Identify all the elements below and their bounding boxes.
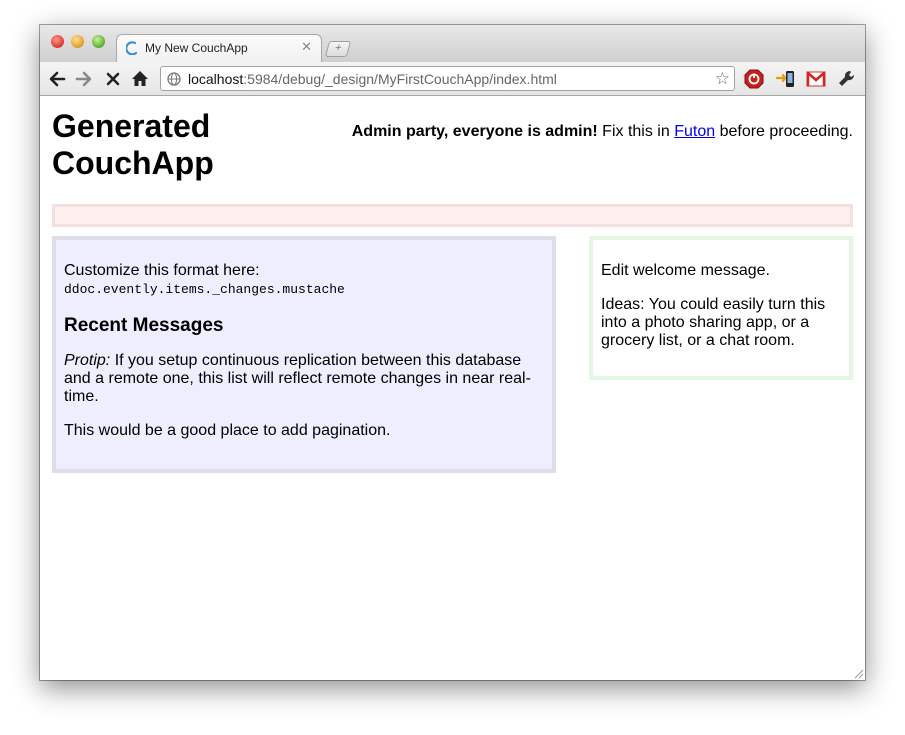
ideas-paragraph: Ideas: You could easily turn this into a… — [601, 296, 826, 349]
phone-extension-icon[interactable] — [775, 68, 797, 90]
admin-party-post: before proceeding. — [715, 123, 853, 140]
profile-panel: Edit welcome message. Ideas: You could e… — [589, 236, 853, 380]
url-path: :5984/debug/_design/MyFirstCouchApp/inde… — [243, 71, 557, 87]
browser-tab[interactable]: My New CouchApp ✕ — [116, 34, 322, 62]
welcome-message: Edit welcome message. — [601, 262, 770, 279]
recent-messages-heading: Recent Messages — [64, 315, 224, 336]
browser-window: My New CouchApp ✕ + localhost:5984/debug… — [40, 25, 865, 680]
tab-title: My New CouchApp — [145, 41, 248, 55]
items-panel: Customize this format here: ddoc.evently… — [52, 236, 556, 473]
admin-party-bold: Admin party, everyone is admin! — [351, 123, 598, 140]
futon-link[interactable]: Futon — [674, 123, 715, 140]
pagination-paragraph: This would be a good place to add pagina… — [64, 422, 391, 439]
alert-bar — [52, 204, 853, 227]
back-button[interactable] — [46, 68, 68, 90]
window-minimize-button[interactable] — [71, 35, 84, 48]
address-url[interactable]: localhost:5984/debug/_design/MyFirstCouc… — [188, 71, 557, 87]
forward-arrow-icon — [75, 71, 92, 87]
resize-grip-icon[interactable] — [852, 667, 864, 679]
window-close-button[interactable] — [51, 35, 64, 48]
bookmark-star-icon[interactable]: ☆ — [715, 69, 730, 89]
address-bar[interactable]: localhost:5984/debug/_design/MyFirstCouc… — [160, 66, 735, 91]
page-title-line-2: CouchApp — [52, 145, 214, 181]
protip-text: If you setup continuous replication betw… — [64, 352, 531, 405]
new-tab-button[interactable]: + — [324, 41, 352, 57]
window-zoom-button[interactable] — [92, 35, 105, 48]
wrench-menu-icon[interactable] — [836, 68, 858, 90]
customize-path: ddoc.evently.items._changes.mustache — [64, 282, 345, 297]
protip-paragraph: Protip: If you setup continuous replicat… — [64, 352, 544, 406]
tab-strip: My New CouchApp ✕ + — [40, 25, 865, 62]
stop-sign-extension-icon[interactable] — [743, 68, 765, 90]
home-icon — [132, 71, 148, 86]
browser-toolbar: localhost:5984/debug/_design/MyFirstCouc… — [40, 62, 865, 96]
customize-paragraph: Customize this format here: ddoc.evently… — [64, 262, 544, 299]
admin-party-pre: Fix this in — [597, 123, 675, 140]
gmail-extension-icon[interactable] — [805, 68, 827, 90]
couchdb-favicon-icon — [126, 41, 138, 55]
stop-button[interactable] — [102, 68, 124, 90]
globe-icon — [167, 72, 181, 86]
page-title-line-1: Generated — [52, 108, 211, 144]
url-host: localhost — [188, 71, 244, 87]
admin-party-notice: Admin party, everyone is admin! Fix this… — [352, 123, 853, 141]
forward-button[interactable] — [73, 68, 95, 90]
stop-x-icon — [106, 72, 120, 86]
protip-label: Protip: — [64, 352, 111, 369]
home-button[interactable] — [129, 68, 151, 90]
web-page: Generated CouchApp Admin party, everyone… — [40, 96, 865, 680]
back-arrow-icon — [49, 71, 66, 87]
page-title: Generated CouchApp — [52, 108, 302, 182]
tab-close-icon[interactable]: ✕ — [301, 39, 312, 55]
customize-label: Customize this format here: — [64, 262, 260, 279]
